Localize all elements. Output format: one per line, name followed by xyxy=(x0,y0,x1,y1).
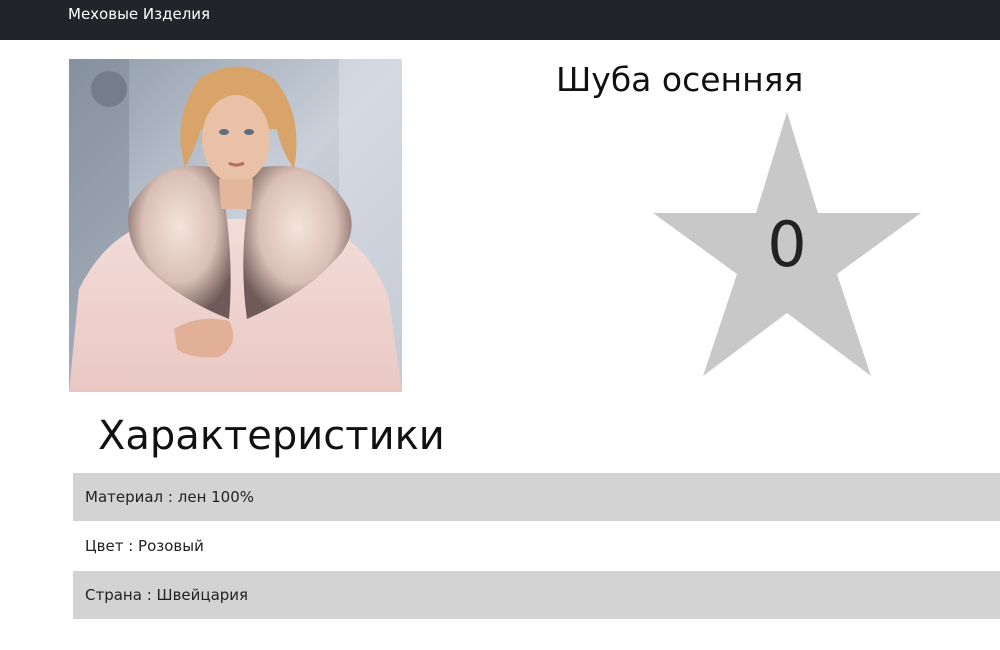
spec-label: Материал xyxy=(85,488,164,506)
specs-heading: Характеристики xyxy=(98,413,445,459)
spec-separator: : xyxy=(163,488,178,506)
product-title: Шуба осенняя xyxy=(556,60,804,99)
spec-value: лен 100% xyxy=(177,488,255,506)
spec-value: Швейцария xyxy=(156,586,249,604)
spec-separator: : xyxy=(141,586,157,604)
spec-separator: : xyxy=(123,537,139,555)
rating-value: 0 xyxy=(767,208,807,281)
spec-label: Цвет xyxy=(85,537,124,555)
product-image xyxy=(69,59,402,392)
spec-row-material: Материал : лен 100% xyxy=(73,473,1000,521)
spec-value: Розовый xyxy=(138,537,204,555)
navbar: Меховые Изделия xyxy=(0,0,1000,40)
spec-label: Страна xyxy=(85,586,142,604)
spec-row-country: Страна : Швейцария xyxy=(73,571,1000,619)
brand-link[interactable]: Меховые Изделия xyxy=(68,5,210,23)
spec-list: Материал : лен 100% Цвет : Розовый Стран… xyxy=(73,473,1000,619)
spec-row-color: Цвет : Розовый xyxy=(73,522,1000,570)
